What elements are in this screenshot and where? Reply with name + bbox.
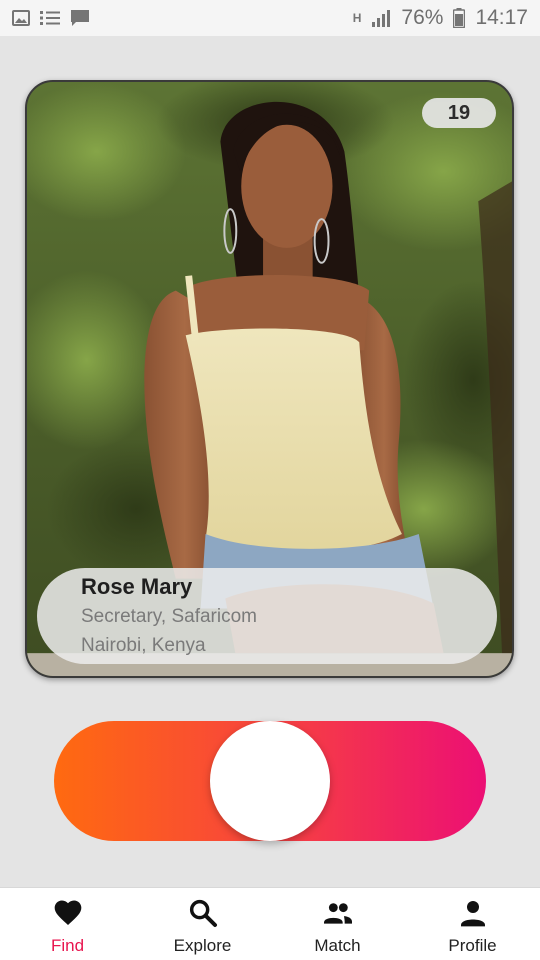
profile-name: Rose Mary (81, 574, 193, 599)
status-system: H 76% 14:17 (353, 6, 528, 30)
age-badge: 19 (422, 98, 496, 128)
nav-match[interactable]: Match (270, 888, 405, 960)
checklist-icon (40, 11, 60, 25)
profile-occupation: Secretary, Safaricom (81, 606, 257, 627)
nav-profile[interactable]: Profile (405, 888, 540, 960)
network-h-icon: H (352, 11, 362, 25)
nav-match-label: Match (314, 936, 361, 955)
profile-card[interactable]: 19 Rose Mary Secretary, Safaricom Nairob… (25, 80, 514, 678)
nav-find-label: Find (50, 936, 85, 955)
status-bar: H 76% 14:17 (0, 0, 540, 36)
image-icon (12, 10, 30, 26)
clock: 14:17 (475, 6, 528, 29)
profile-location: Nairobi, Kenya (81, 635, 206, 656)
battery-percent: 76% (401, 6, 444, 29)
bottom-nav: Find Explore Match Profile (0, 887, 540, 960)
nav-profile-label: Profile (448, 936, 497, 955)
profile-info[interactable]: Rose Mary Secretary, Safaricom Nairobi, … (37, 568, 497, 664)
search-icon (189, 899, 217, 927)
signal-icon (372, 10, 391, 27)
swipe-knob[interactable] (210, 721, 330, 841)
nav-explore-label: Explore (173, 936, 232, 955)
swipe-slider[interactable] (54, 721, 486, 841)
chat-icon (71, 10, 89, 26)
people-icon (323, 903, 352, 924)
nav-find[interactable]: Find (0, 888, 135, 960)
status-notifications (12, 9, 90, 27)
person-icon (460, 901, 485, 927)
battery-icon (453, 8, 466, 28)
heart-icon (54, 900, 81, 925)
nav-explore[interactable]: Explore (135, 888, 270, 960)
